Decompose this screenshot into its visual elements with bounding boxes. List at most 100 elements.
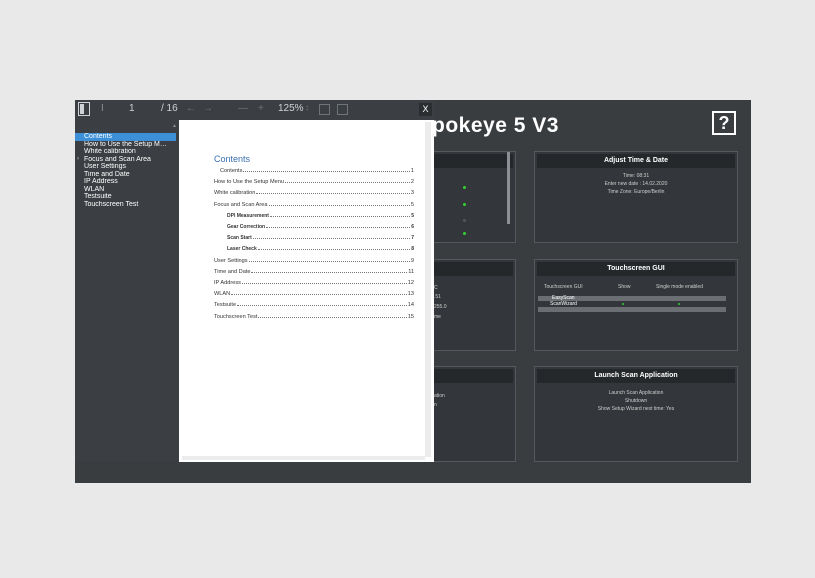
toc-entry-page: 3	[410, 190, 414, 197]
setup-wizard-toggle[interactable]: Show Setup Wizard next time: Yes	[535, 405, 737, 413]
toc-entry-label: DPI Measurement	[227, 212, 269, 219]
close-viewer-button[interactable]: X	[419, 103, 432, 116]
toc-entry-page: 5	[411, 212, 414, 219]
network-line: .51	[434, 294, 441, 300]
zoom-in-icon[interactable]: +	[258, 103, 264, 114]
toc-subentry[interactable]: Scan Start 7	[227, 234, 414, 241]
toc-entry[interactable]: Touchscreen Test 15	[214, 313, 414, 320]
sidebar-scroll-up-icon[interactable]: ▲	[172, 123, 177, 129]
touch-row-scanwizard[interactable]	[538, 307, 726, 312]
toc-entry-page: 5	[410, 201, 414, 208]
prev-page-icon[interactable]: ←	[186, 103, 196, 114]
next-page-icon[interactable]: →	[203, 103, 213, 114]
toc-entry-label: Focus and Scan Area	[214, 201, 268, 208]
help-button[interactable]: ?	[712, 111, 736, 135]
toc-subentry[interactable]: Gear Correction 6	[227, 223, 414, 230]
outline-item[interactable]: User Settings	[75, 163, 176, 171]
outline-item[interactable]: IP Address	[75, 178, 176, 186]
outline-item-label: Focus and Scan Area	[84, 155, 151, 163]
toc-leader-dots	[258, 313, 407, 318]
outline-item[interactable]: White calibration	[75, 148, 176, 156]
network-line: me	[434, 314, 441, 320]
zoom-out-icon[interactable]: —	[238, 103, 248, 114]
toc-leader-dots	[257, 245, 411, 251]
toc-entry-page: 6	[411, 224, 414, 230]
status-panel-header	[429, 154, 513, 168]
app-title: pokeye 5 V3	[432, 114, 559, 137]
fit-page-icon[interactable]	[337, 104, 348, 115]
toc-entry-page: 13	[407, 291, 414, 298]
outline-item-label: Contents	[84, 133, 113, 140]
time-value: Time: 08:31	[622, 173, 650, 179]
expand-arrow-icon[interactable]: ›	[77, 156, 79, 164]
document-vertical-scrollbar[interactable]	[425, 122, 431, 457]
toc-entry[interactable]: White calibration 3	[214, 189, 414, 196]
toc-entry-label: WLAN	[214, 291, 231, 298]
page-total: / 16	[161, 103, 178, 114]
toc-leader-dots	[266, 223, 411, 228]
toc-entry[interactable]: How to Use the Setup Menu 2	[214, 178, 414, 185]
application-panel-header	[429, 369, 513, 383]
touch-header-name: Touchscreen GUI	[544, 284, 583, 290]
toc-entry-label: How to Use the Setup Menu	[214, 179, 284, 186]
toc-subentry[interactable]: DPI Measurement 5	[227, 212, 414, 219]
toc-entry-label: Gear Correction	[227, 224, 266, 230]
page-number-input[interactable]: 1	[129, 103, 135, 114]
outline-item[interactable]: Time and Date	[75, 171, 176, 179]
toc-entry-page: 14	[407, 302, 414, 309]
toc-entry-page: 15	[407, 313, 414, 320]
outline-item[interactable]: Testsuite	[75, 193, 176, 201]
toc-leader-dots	[269, 212, 411, 217]
toc-entry-page: 1	[410, 168, 414, 174]
toc-entry[interactable]: Time and Date 11	[214, 268, 414, 275]
toc-entry[interactable]: WLAN 13	[214, 290, 414, 297]
toc-entry[interactable]: Testsuite 14	[214, 301, 414, 308]
network-panel-header	[429, 262, 513, 276]
fit-width-icon[interactable]	[319, 104, 330, 115]
adjust-time-panel[interactable]: Adjust Time & Date Time: 08:31 Enter new…	[534, 151, 738, 243]
toc-leader-dots	[268, 201, 410, 206]
outline-item-label: Testsuite	[84, 193, 112, 200]
outline-item[interactable]: › Focus and Scan Area	[75, 156, 176, 164]
outline-item-label: IP Address	[84, 178, 118, 185]
toc-entry-label: Testsuite	[214, 302, 237, 309]
launch-scan-panel[interactable]: Launch Scan Application Launch Scan Appl…	[534, 366, 738, 462]
toc-entry-page: 12	[407, 280, 414, 286]
toc-entry-label: IP Address	[214, 280, 241, 286]
text-cursor-icon[interactable]: I	[101, 103, 104, 114]
touch-header-show: Show	[618, 284, 631, 290]
shutdown-link[interactable]: Shutdown	[535, 397, 737, 405]
toc-entry[interactable]: Contents 1	[220, 167, 414, 174]
outline-item[interactable]: WLAN	[75, 186, 176, 194]
touch-row-label: ScanWizard	[550, 301, 577, 307]
outline-item-label: Touchscreen Test	[84, 200, 139, 208]
application-line: ation	[434, 393, 445, 399]
touch-header-single: Single mode enabled	[656, 284, 703, 290]
outline-item-label: WLAN	[84, 185, 105, 193]
toc-entry-label: Laser Check	[227, 246, 257, 253]
outline-item[interactable]: Touchscreen Test	[75, 201, 176, 209]
sidebar-toggle-icon[interactable]	[78, 102, 90, 116]
zoom-spinner-icon[interactable]: ↕	[305, 103, 309, 112]
toc-entry-page: 9	[410, 257, 414, 264]
outline-item-label: Time and Date	[84, 170, 130, 178]
application-line: n	[434, 402, 437, 408]
toc-entry[interactable]: User Settings 9	[214, 257, 414, 264]
document-horizontal-scrollbar[interactable]	[182, 456, 425, 460]
outline-item[interactable]: Contents	[75, 133, 176, 141]
status-panel-scrollbar[interactable]	[507, 152, 510, 224]
toc-entry-page: 7	[411, 235, 414, 242]
toc-leader-dots	[252, 234, 411, 240]
toc-subentry[interactable]: Laser Check 8	[227, 245, 414, 252]
outline-item-label: White calibration	[84, 148, 136, 155]
launch-scan-link[interactable]: Launch Scan Application	[535, 389, 737, 397]
toc-entry[interactable]: Focus and Scan Area 5	[214, 201, 414, 208]
toc-entry[interactable]: IP Address 12	[214, 279, 414, 286]
zoom-level[interactable]: 125%	[278, 103, 304, 114]
toc-leader-dots	[284, 178, 410, 184]
toc-entry-page: 8	[411, 246, 414, 253]
outline-item-label: How to Use the Setup M…	[84, 140, 167, 148]
toc-entry-page: 11	[408, 268, 414, 275]
status-dot	[463, 186, 466, 189]
outline-item[interactable]: How to Use the Setup M…	[75, 141, 176, 149]
